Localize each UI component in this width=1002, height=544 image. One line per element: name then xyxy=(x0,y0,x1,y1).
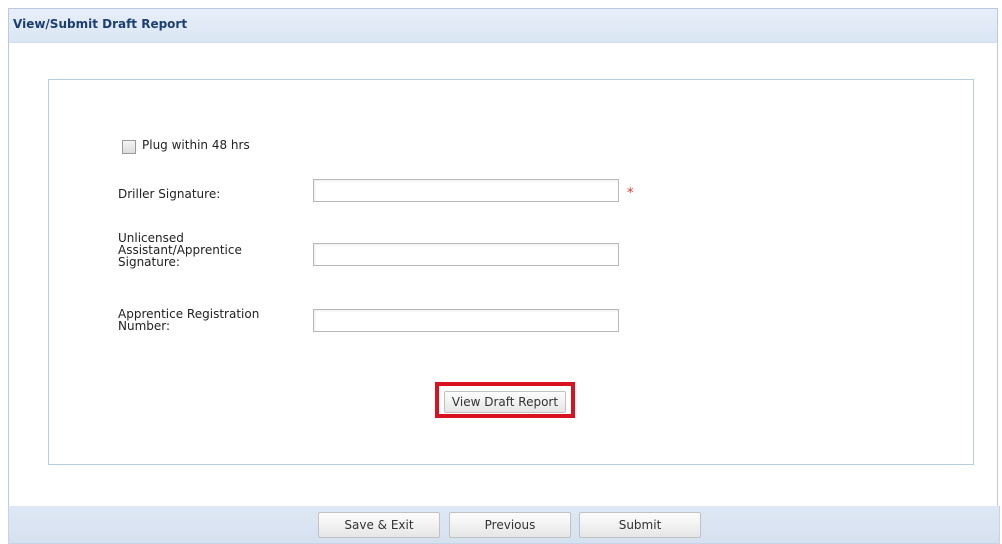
view-draft-report-button[interactable]: View Draft Report xyxy=(444,391,566,413)
driller-signature-input[interactable] xyxy=(313,179,619,202)
previous-button[interactable]: Previous xyxy=(449,512,571,538)
assistant-signature-input[interactable] xyxy=(313,243,619,266)
report-panel: View/Submit Draft Report Plug within 48 … xyxy=(8,8,998,507)
assistant-signature-label: Unlicensed Assistant/Apprentice Signatur… xyxy=(118,232,242,268)
form-box: Plug within 48 hrs Driller Signature: * … xyxy=(48,79,974,465)
submit-button[interactable]: Submit xyxy=(579,512,701,538)
apprentice-registration-input[interactable] xyxy=(313,309,619,332)
apprentice-registration-label: Apprentice Registration Number: xyxy=(118,308,259,332)
plug-within-48hrs-label: Plug within 48 hrs xyxy=(142,138,250,152)
view-draft-highlight: View Draft Report xyxy=(435,382,575,418)
assistant-signature-label-line: Signature: xyxy=(118,255,180,269)
panel-title: View/Submit Draft Report xyxy=(13,17,188,31)
footer-bar: Save & Exit Previous Submit xyxy=(8,506,1000,544)
required-marker: * xyxy=(627,186,634,201)
apprentice-registration-label-line: Number: xyxy=(118,319,171,333)
panel-header: View/Submit Draft Report xyxy=(9,9,997,43)
plug-within-48hrs-checkbox[interactable] xyxy=(122,140,136,154)
driller-signature-label: Driller Signature: xyxy=(118,187,221,201)
save-exit-button[interactable]: Save & Exit xyxy=(318,512,440,538)
